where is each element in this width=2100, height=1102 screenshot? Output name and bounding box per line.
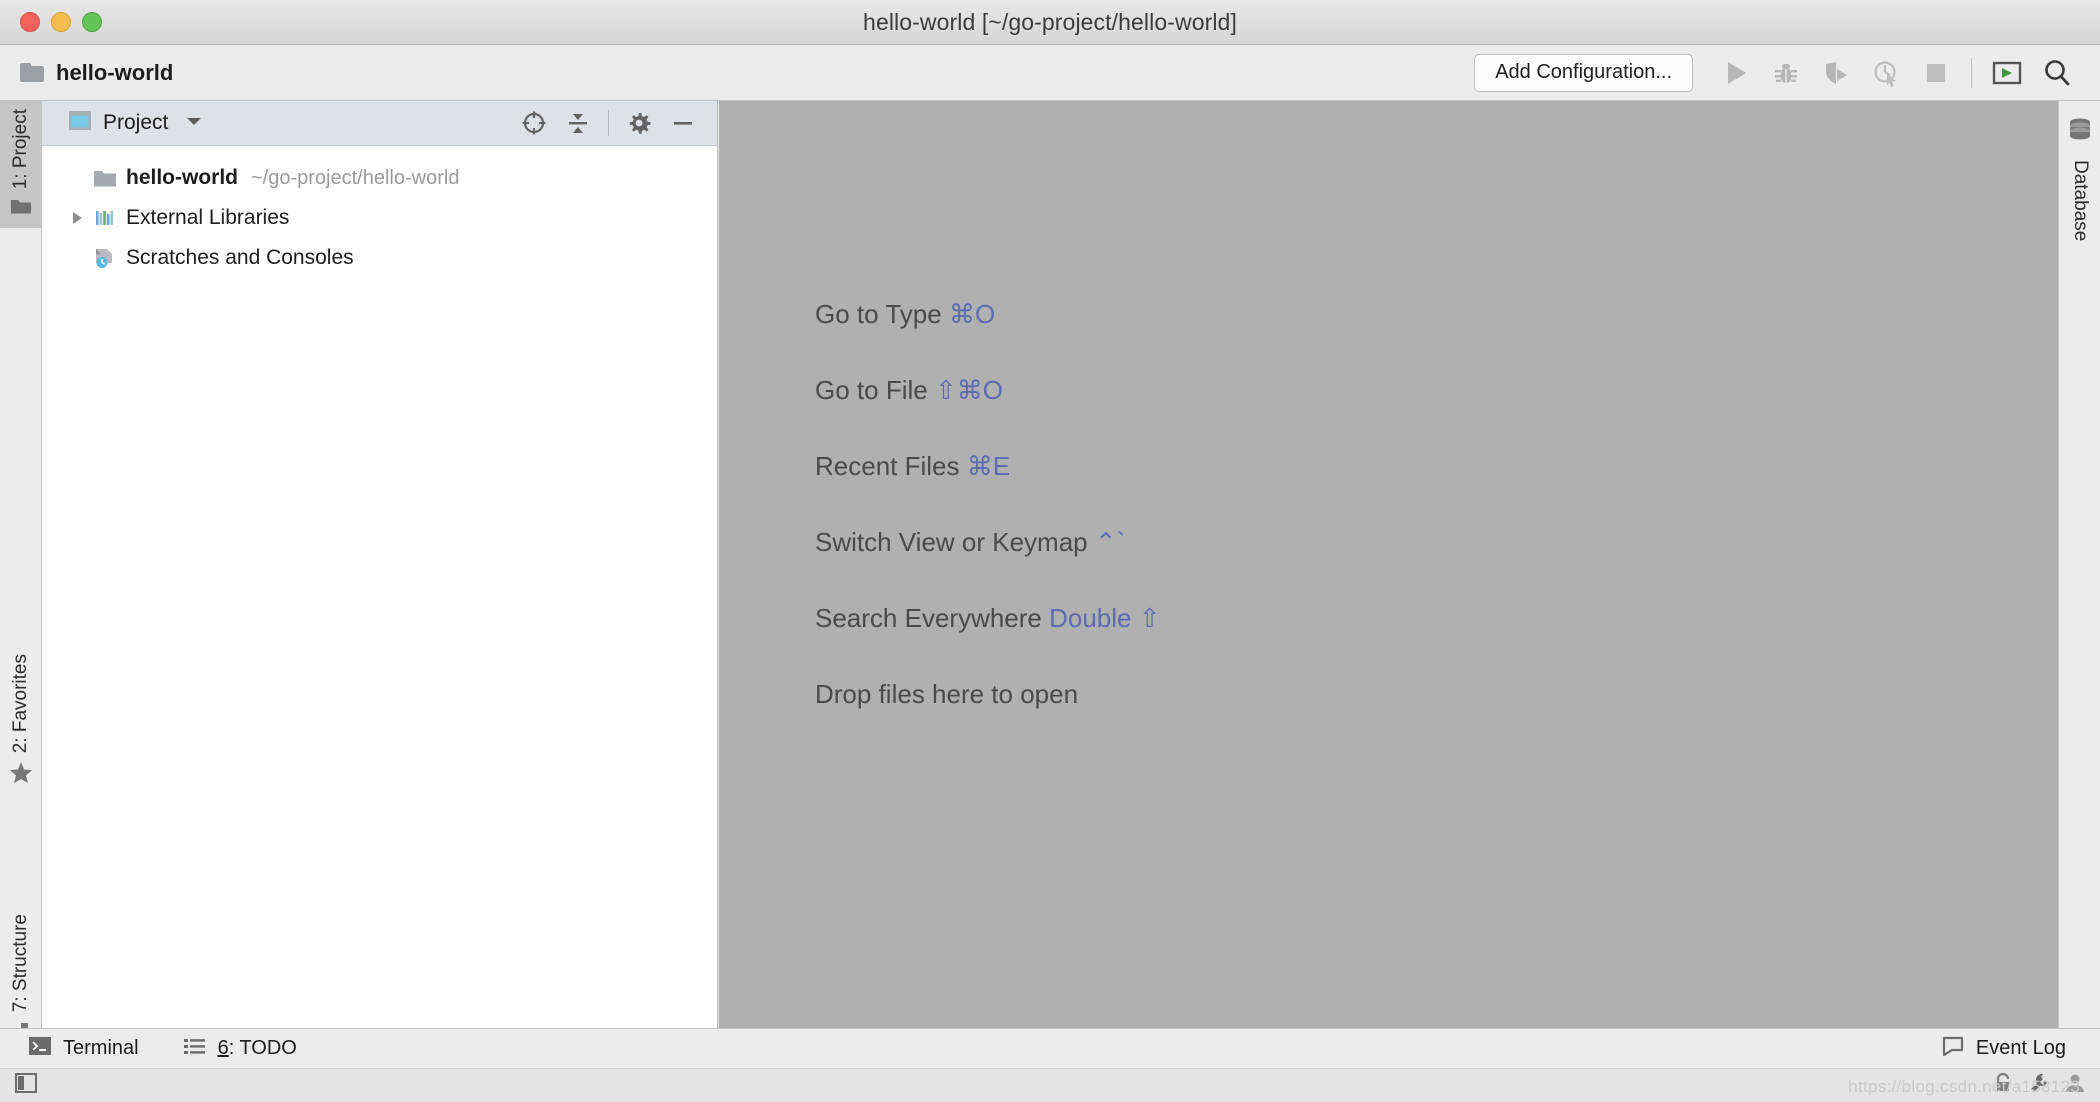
search-everywhere-icon[interactable]	[2032, 50, 2082, 96]
profile-icon[interactable]	[1861, 50, 1911, 96]
project-view-icon	[68, 110, 92, 136]
status-todo-button[interactable]: 6: TODO	[183, 1037, 297, 1061]
tree-node-path: ~/go-project/hello-world	[251, 166, 460, 189]
hint-shortcut: ⌘O	[948, 299, 996, 329]
status-terminal-label: Terminal	[63, 1037, 139, 1059]
sidebar-item-favorites[interactable]: 2: Favorites	[0, 646, 42, 797]
debug-icon[interactable]	[1761, 50, 1811, 96]
hint-recent-files: Recent Files ⌘E	[815, 451, 1161, 482]
libraries-icon	[90, 208, 120, 228]
hint-shortcut: ⇧⌘O	[934, 375, 1003, 405]
event-log-icon	[1941, 1035, 1965, 1063]
run-with-coverage-icon[interactable]	[1811, 50, 1861, 96]
settings-gear-icon[interactable]	[617, 103, 661, 143]
editor-hints: Go to Type ⌘O Go to File ⇧⌘O Recent File…	[815, 299, 1161, 710]
window-title: hello-world [~/go-project/hello-world]	[863, 8, 1237, 35]
bottom-bar-right	[1992, 1072, 2086, 1099]
hint-shortcut: ⌃`	[1094, 527, 1126, 557]
scratches-icon	[90, 247, 120, 269]
hint-switch-view-or-keymap: Switch View or Keymap ⌃`	[815, 527, 1161, 558]
chevron-down-icon[interactable]	[185, 114, 203, 132]
project-name-label: hello-world	[56, 59, 174, 85]
editor-empty-area[interactable]: Go to Type ⌘O Go to File ⇧⌘O Recent File…	[719, 101, 2058, 1028]
hint-drop-files: Drop files here to open	[815, 679, 1161, 710]
sidebar-item-project-label: 1: Project	[10, 109, 31, 190]
lock-icon[interactable]	[1992, 1072, 2014, 1099]
locate-icon[interactable]	[512, 103, 556, 143]
wrench-icon[interactable]	[2028, 1072, 2050, 1099]
project-view-selector[interactable]: Project	[68, 110, 203, 136]
sidebar-item-structure-label: 7: Structure	[10, 914, 31, 1013]
hint-go-to-type: Go to Type ⌘O	[815, 299, 1161, 330]
toolbar-actions: Add Configuration...	[1474, 50, 2082, 96]
bottom-bar: https://blog.csdn.net/a158123	[0, 1068, 2100, 1102]
hint-search-everywhere: Search Everywhere Double ⇧	[815, 603, 1161, 634]
hint-text: Search Everywhere	[815, 603, 1050, 633]
bottom-bar-left	[14, 1072, 38, 1099]
tree-node-label: Scratches and Consoles	[126, 246, 354, 269]
hint-shortcut: Double ⇧	[1049, 603, 1161, 633]
collapse-all-icon[interactable]	[556, 103, 600, 143]
hint-text: Drop files here to open	[815, 679, 1079, 709]
status-todo-number: 6	[217, 1037, 229, 1059]
database-icon	[2068, 111, 2092, 152]
sidebar-item-database-label: Database	[2070, 160, 2091, 242]
person-icon[interactable]	[2064, 1072, 2086, 1099]
tree-node-scratches-and-consoles[interactable]: Scratches and Consoles	[42, 238, 717, 278]
window-titlebar: hello-world [~/go-project/hello-world]	[0, 0, 2100, 45]
run-icon[interactable]	[1711, 50, 1761, 96]
hint-text: Switch View or Keymap	[815, 527, 1095, 557]
star-icon	[9, 761, 33, 797]
project-panel-actions	[512, 103, 705, 143]
stop-icon[interactable]	[1911, 50, 1961, 96]
tree-node-hello-world[interactable]: hello-world ~/go-project/hello-world	[42, 158, 717, 198]
status-terminal-button[interactable]: Terminal	[28, 1036, 139, 1062]
toolbar-divider	[1971, 57, 1972, 88]
right-tool-rail: Database	[2058, 101, 2100, 1028]
terminal-icon	[28, 1036, 52, 1062]
terminal-toggle-icon[interactable]	[1982, 50, 2032, 96]
status-event-log-label: Event Log	[1975, 1037, 2066, 1059]
project-tool-window: Project hello-world ~/go-project/hello-w…	[42, 101, 718, 1028]
tree-node-label: External Libraries	[126, 206, 290, 229]
tree-node-external-libraries[interactable]: External Libraries	[42, 198, 717, 238]
layout-toggle-icon[interactable]	[14, 1072, 38, 1099]
project-panel-header: Project	[42, 101, 717, 146]
folder-icon	[20, 63, 44, 82]
sidebar-item-database[interactable]: Database	[2059, 111, 2100, 249]
todo-list-icon	[183, 1037, 207, 1061]
status-event-log-button[interactable]: Event Log	[1941, 1035, 2066, 1063]
status-todo-text: : TODO	[228, 1037, 297, 1059]
sidebar-item-favorites-label: 2: Favorites	[10, 654, 31, 754]
hint-go-to-file: Go to File ⇧⌘O	[815, 375, 1161, 406]
hint-text: Go to Type	[815, 299, 949, 329]
hint-text: Go to File	[815, 375, 935, 405]
hint-shortcut: ⌘E	[966, 451, 1011, 481]
status-todo-label: 6: TODO	[218, 1037, 297, 1060]
folder-icon	[10, 197, 32, 228]
sidebar-item-project[interactable]: 1: Project	[0, 101, 42, 229]
add-configuration-button[interactable]: Add Configuration...	[1474, 53, 1693, 92]
hide-panel-icon[interactable]	[661, 103, 705, 143]
status-bar: Terminal 6: TODO Event Log	[0, 1028, 2100, 1068]
project-tree: hello-world ~/go-project/hello-world Ext…	[42, 146, 717, 1028]
left-tool-rail: 1: Project 2: Favorites 7: Structure	[0, 101, 42, 1039]
folder-icon	[90, 169, 120, 188]
project-panel-title: Project	[103, 111, 169, 134]
hint-text: Recent Files	[815, 451, 967, 481]
panel-action-divider	[608, 110, 609, 136]
tree-node-label: hello-world	[126, 166, 238, 189]
expand-arrow-icon[interactable]	[64, 210, 90, 226]
main-toolbar: hello-world Add Configuration...	[0, 45, 2100, 101]
project-breadcrumb[interactable]: hello-world	[20, 60, 173, 86]
